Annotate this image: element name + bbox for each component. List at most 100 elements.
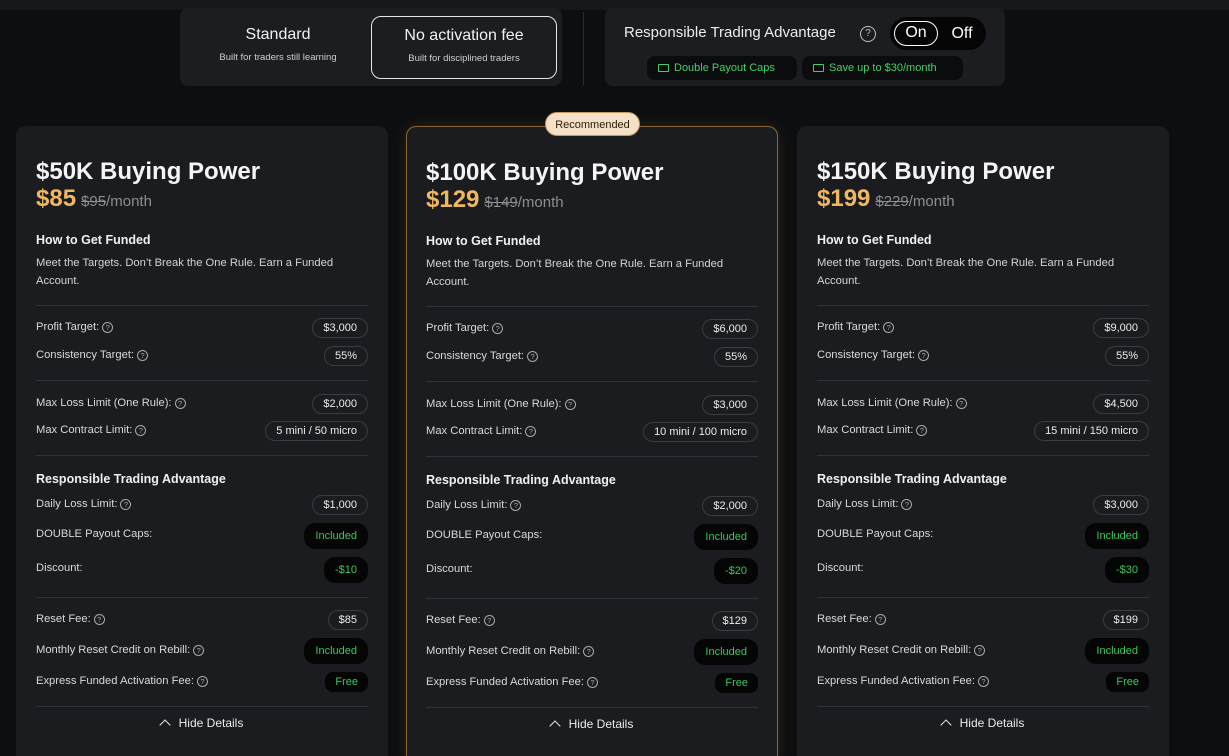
old-price: $229 (875, 193, 909, 210)
discount-row: Discount: -$30 (817, 557, 1149, 583)
row-label: Profit Target:? (36, 321, 114, 333)
plan-card: $150K Buying Power $199 $229/month How to… (797, 126, 1169, 756)
discount-row: Discount: -$10 (36, 557, 368, 583)
rta-on-option[interactable]: On (894, 21, 938, 46)
rta-off-option[interactable]: Off (944, 21, 980, 46)
help-icon[interactable]: ? (196, 676, 208, 687)
row-label: Consistency Target:? (817, 349, 930, 361)
daily-loss-limit-row: Daily Loss Limit:? $2,000 (426, 495, 758, 517)
discount-badge: -$10 (323, 557, 368, 583)
included-badge: Included (1085, 523, 1149, 549)
row-label: Max Contract Limit:? (817, 424, 928, 436)
savings-pill: Save up to $30/month (802, 56, 963, 80)
help-icon[interactable]: ? (483, 615, 495, 626)
help-icon[interactable]: ? (120, 499, 132, 510)
hide-details-button[interactable]: Hide Details (817, 716, 1149, 731)
help-icon[interactable]: ? (525, 426, 537, 437)
plan-type-toggle: Standard Built for traders still learnin… (180, 8, 562, 86)
hide-details-button[interactable]: Hide Details (36, 716, 368, 731)
section-description: Meet the Targets. Don’t Break the One Ru… (36, 257, 334, 287)
row-value: 55% (1104, 346, 1149, 366)
max-loss-limit-row: Max Loss Limit (One Rule):? $2,000 (36, 393, 368, 415)
row-label: Monthly Reset Credit on Rebill:? (36, 644, 205, 656)
help-icon[interactable]: ? (586, 677, 598, 688)
help-icon[interactable]: ? (860, 26, 876, 42)
consistency-target-row: Consistency Target:? 55% (36, 345, 368, 367)
help-icon[interactable]: ? (193, 645, 205, 656)
row-label: Daily Loss Limit:? (426, 499, 522, 511)
pill-label: Double Payout Caps (674, 62, 775, 74)
section-description: Meet the Targets. Don’t Break the One Ru… (817, 257, 1115, 287)
help-icon[interactable]: ? (135, 425, 147, 436)
monthly-reset-credit-row: Monthly Reset Credit on Rebill:? Include… (36, 638, 368, 664)
row-value: $9,000 (1093, 318, 1149, 338)
row-value: 5 mini / 50 micro (265, 421, 368, 441)
discount-row: Discount: -$20 (426, 558, 758, 584)
included-badge: Included (304, 523, 368, 549)
monthly-reset-credit-row: Monthly Reset Credit on Rebill:? Include… (426, 639, 758, 665)
row-value: $85 (327, 610, 368, 630)
row-label: Consistency Target:? (426, 350, 539, 362)
row-value: 55% (323, 346, 368, 366)
card-title: $50K Buying Power (36, 158, 261, 185)
chevron-up-icon (158, 719, 171, 731)
help-icon[interactable]: ? (977, 676, 989, 687)
help-icon[interactable]: ? (974, 645, 986, 656)
recommended-badge: Recommended (545, 112, 640, 136)
help-icon[interactable]: ? (564, 399, 576, 410)
help-icon[interactable]: ? (883, 322, 895, 333)
help-icon[interactable]: ? (955, 398, 967, 409)
help-icon[interactable]: ? (174, 398, 186, 409)
help-icon[interactable]: ? (93, 614, 105, 625)
row-value: $3,000 (702, 395, 758, 415)
row-value: $3,000 (1093, 495, 1149, 515)
help-icon[interactable]: ? (874, 614, 886, 625)
row-label: Profit Target:? (817, 321, 895, 333)
card-title: $100K Buying Power (426, 159, 664, 186)
help-icon[interactable]: ? (492, 323, 504, 334)
row-label: Max Loss Limit (One Rule):? (36, 397, 186, 409)
reset-fee-row: Reset Fee:? $129 (426, 610, 758, 632)
row-value: $2,000 (702, 496, 758, 516)
price: $85 (36, 185, 77, 212)
reset-fee-row: Reset Fee:? $199 (817, 609, 1149, 631)
help-icon[interactable]: ? (916, 425, 928, 436)
max-contract-limit-row: Max Contract Limit:? 15 mini / 150 micro (817, 420, 1149, 442)
help-icon[interactable]: ? (510, 500, 522, 511)
divider (426, 456, 758, 457)
row-value: 10 mini / 100 micro (643, 422, 758, 442)
price-row: $129 $149/month (426, 186, 564, 214)
divider (426, 707, 758, 708)
reset-fee-row: Reset Fee:? $85 (36, 609, 368, 631)
divider (817, 455, 1149, 456)
plan-option-no-activation-fee[interactable]: No activation fee Built for disciplined … (371, 16, 557, 79)
help-icon[interactable]: ? (901, 499, 913, 510)
double-payout-caps-row: DOUBLE Payout Caps: Included (426, 524, 758, 550)
old-price: $149 (484, 194, 518, 211)
help-icon[interactable]: ? (102, 322, 114, 333)
section-description: Meet the Targets. Don’t Break the One Ru… (426, 258, 724, 288)
row-label: Discount: (36, 562, 83, 574)
row-label: Monthly Reset Credit on Rebill:? (426, 645, 595, 657)
row-label: Reset Fee:? (426, 614, 495, 626)
help-icon[interactable]: ? (918, 350, 930, 361)
divider (36, 305, 368, 306)
row-label: Express Funded Activation Fee:? (817, 675, 989, 687)
row-label: Reset Fee:? (817, 613, 886, 625)
old-price: $95 (81, 193, 107, 210)
help-icon[interactable]: ? (137, 350, 149, 361)
row-label: Discount: (817, 562, 864, 574)
divider (583, 12, 584, 86)
help-icon[interactable]: ? (527, 351, 539, 362)
hide-details-button[interactable]: Hide Details (426, 717, 758, 732)
max-loss-limit-row: Max Loss Limit (One Rule):? $4,500 (817, 393, 1149, 415)
divider (817, 706, 1149, 707)
section-heading: Responsible Trading Advantage (426, 473, 616, 487)
row-label: Express Funded Activation Fee:? (426, 676, 598, 688)
plan-option-standard[interactable]: Standard Built for traders still learnin… (190, 16, 366, 79)
rta-switch: On Off (890, 17, 986, 50)
double-payout-caps-row: DOUBLE Payout Caps: Included (36, 523, 368, 549)
plan-card: $100K Buying Power $129 $149/month How to… (406, 126, 778, 756)
help-icon[interactable]: ? (583, 646, 595, 657)
hide-details-label: Hide Details (178, 716, 244, 730)
